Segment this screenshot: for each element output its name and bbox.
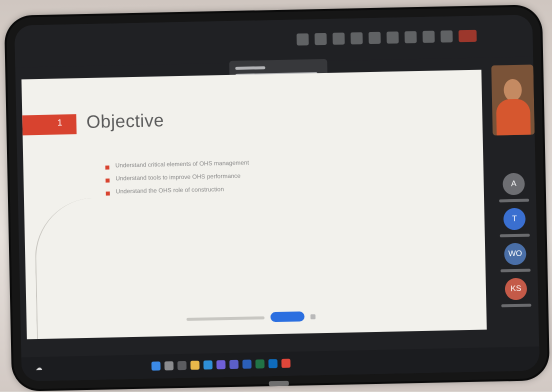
participants-panel: A T WO KS — [491, 55, 539, 338]
outlook-icon[interactable] — [268, 359, 278, 369]
laptop-screen: 1 Objective Understand critical elements… — [14, 14, 540, 382]
search-icon[interactable] — [164, 361, 174, 371]
participant-avatar[interactable]: KS — [504, 277, 528, 301]
sharing-bar — [186, 311, 316, 324]
teams-icon[interactable] — [229, 359, 239, 370]
leave-button[interactable] — [458, 29, 477, 43]
weather-widget[interactable]: ☁ — [35, 364, 42, 372]
edge-icon[interactable] — [203, 360, 213, 370]
start-icon[interactable] — [151, 361, 161, 371]
close-icon[interactable] — [310, 313, 316, 319]
participant-video[interactable] — [491, 64, 535, 136]
taskbar-icons — [151, 358, 291, 371]
tooltip-line — [235, 66, 266, 70]
sharing-hint — [186, 315, 265, 321]
slide-number: 1 — [57, 117, 63, 128]
react-icon[interactable] — [332, 32, 345, 45]
laptop-bezel: 1 Objective Understand critical elements… — [6, 6, 548, 390]
participant-head — [503, 78, 523, 102]
people-icon[interactable] — [314, 32, 327, 46]
participant-avatar[interactable]: WO — [503, 242, 527, 266]
excel-icon[interactable] — [255, 359, 265, 369]
decorative-curve — [33, 197, 108, 340]
list-item: Understand critical elements of OHS mana… — [105, 161, 249, 170]
explorer-icon[interactable] — [190, 360, 200, 370]
mic-icon[interactable] — [422, 30, 435, 43]
meeting-controls — [296, 29, 477, 46]
store-icon[interactable] — [216, 360, 226, 370]
participant-avatar[interactable]: A — [502, 172, 525, 196]
shared-slide: 1 Objective Understand critical elements… — [21, 69, 487, 340]
taskview-icon[interactable] — [177, 360, 187, 371]
laptop-logo — [268, 380, 289, 387]
participant-name — [500, 268, 531, 273]
participant-name — [499, 233, 530, 238]
more-icon[interactable] — [386, 31, 399, 44]
view-icon[interactable] — [350, 32, 363, 45]
chat-icon[interactable] — [296, 33, 309, 46]
slide-number-badge: 1 — [22, 114, 77, 136]
share-icon[interactable] — [440, 30, 453, 43]
slide-title: Objective — [86, 110, 165, 132]
windows-taskbar: ☁ — [21, 346, 540, 382]
rooms-icon[interactable] — [368, 31, 381, 45]
participant-name — [501, 303, 532, 308]
camera-icon[interactable] — [404, 31, 417, 44]
stop-sharing-button[interactable] — [270, 311, 305, 323]
word-icon[interactable] — [242, 359, 252, 369]
list-item: Understand the OHS role of construction — [106, 187, 250, 196]
objective-list: Understand critical elements of OHS mana… — [105, 161, 250, 203]
participant-avatar[interactable]: T — [503, 207, 526, 231]
participant-name — [499, 198, 530, 203]
participant-body — [495, 98, 531, 136]
chrome-icon[interactable] — [281, 358, 291, 368]
list-item: Understand tools to improve OHS performa… — [106, 174, 250, 183]
